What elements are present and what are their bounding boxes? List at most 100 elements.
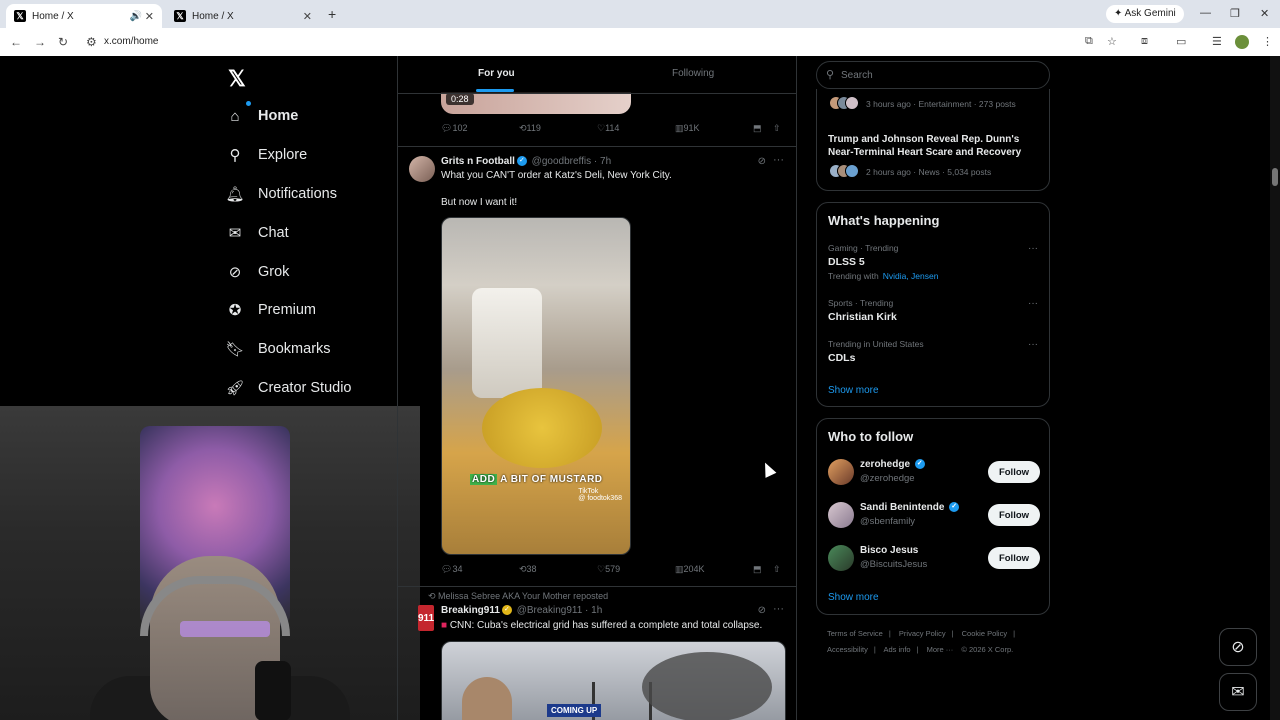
back-icon[interactable]: ← xyxy=(10,35,22,49)
views-button[interactable]: ▥ 91K xyxy=(675,123,700,134)
post-time[interactable]: 7h xyxy=(600,156,611,167)
previous-post-actions: 💬︎ 102 ⟲ 119 ♡ 114 ▥ 91K ⬒ ⇧ xyxy=(441,123,781,139)
extensions-icon[interactable]: ⧈ xyxy=(1141,35,1148,48)
reply-count: 34 xyxy=(452,564,463,574)
more-options-icon[interactable]: ··· xyxy=(1028,243,1038,254)
follow-button[interactable]: Follow xyxy=(988,547,1040,569)
nav-bookmarks[interactable]: 🔖︎ Bookmarks xyxy=(225,334,330,364)
profile-avatar[interactable] xyxy=(1235,35,1249,49)
footer-separator: | xyxy=(951,629,954,638)
scrollbar-thumb[interactable] xyxy=(1272,168,1278,186)
menu-icon[interactable]: ⋮ xyxy=(1262,35,1273,48)
more-options-icon[interactable]: ··· xyxy=(773,154,784,166)
nav-notifications[interactable]: 🔔︎ Notifications xyxy=(225,179,337,209)
nav-home[interactable]: ⌂ Home xyxy=(226,101,298,131)
nav-premium[interactable]: ✪ Premium xyxy=(226,295,316,325)
grok-icon: ⊘ xyxy=(228,264,242,281)
grok-fab-icon[interactable]: ⊘ xyxy=(1219,628,1257,666)
avatar[interactable] xyxy=(409,156,435,182)
like-button[interactable]: ♡ 579 xyxy=(597,564,620,575)
avatar[interactable]: 911 xyxy=(418,605,434,631)
reply-button[interactable]: 💬︎ 34 xyxy=(441,564,462,575)
new-tab-button[interactable]: + xyxy=(328,6,336,22)
follow-suggestion[interactable]: zerohedge ✓ @zerohedge Follow xyxy=(828,457,1040,487)
nav-grok[interactable]: ⊘ Grok xyxy=(226,257,290,287)
author-handle[interactable]: @goodbreffis xyxy=(532,156,591,167)
follow-suggestion[interactable]: Bisco Jesus @BiscuitsJesus Follow xyxy=(828,543,1040,573)
footer-link[interactable]: More ··· xyxy=(927,645,954,654)
author-handle[interactable]: @Breaking911 xyxy=(517,605,583,616)
footer-link[interactable]: Cookie Policy xyxy=(962,629,1007,638)
reply-button[interactable]: 💬︎ 102 xyxy=(441,123,467,134)
nav-chat[interactable]: ✉ Chat xyxy=(226,218,289,248)
close-window-icon[interactable]: ✕ xyxy=(1260,7,1269,20)
repost-button[interactable]: ⟲ 119 xyxy=(519,123,541,134)
site-info-icon[interactable]: ⚙ xyxy=(86,35,97,49)
bookmark-icon[interactable]: ⬒ xyxy=(753,123,762,134)
post-image[interactable]: COMING UP xyxy=(441,641,786,720)
browser-tab-active[interactable]: 𝕏 Home / X 🔊 ✕ xyxy=(6,4,162,28)
post-divider xyxy=(398,586,796,587)
views-button[interactable]: ▥ 204K xyxy=(675,564,705,575)
install-icon[interactable]: ⧉ xyxy=(1085,35,1093,48)
avatar[interactable] xyxy=(828,545,854,571)
forward-icon[interactable]: → xyxy=(34,35,46,49)
author-name[interactable]: Breaking911 xyxy=(441,605,500,616)
reply-count: 102 xyxy=(452,123,468,133)
restore-icon[interactable]: ❐ xyxy=(1230,7,1240,20)
speaker-icon[interactable]: 🔊 xyxy=(130,11,142,22)
minimize-icon[interactable]: — xyxy=(1200,7,1211,19)
trend-with-links[interactable]: Nvidia, Jensen xyxy=(883,271,939,281)
footer-link[interactable]: Accessibility xyxy=(827,645,868,654)
trend-context: Trending in United States xyxy=(828,339,924,349)
grok-icon[interactable]: ⊘ xyxy=(758,156,766,167)
repost-indicator[interactable]: ⟲ Melissa Sebree AKA Your Mother reposte… xyxy=(428,591,608,602)
x-page: 𝕏 ⌂ Home ⚲ Explore 🔔︎ Notifications ✉ Ch… xyxy=(0,56,1280,720)
post-video[interactable]: ADD A BIT OF MUSTARD TikTok @ foodtok368 xyxy=(441,217,631,555)
footer-link[interactable]: Terms of Service xyxy=(827,629,883,638)
split-view-icon[interactable]: ▭ xyxy=(1176,35,1186,48)
post-grits-n-football[interactable]: Grits n Football ✓ @goodbreffis · 7h ⊘ ··… xyxy=(398,146,796,586)
nav-explore[interactable]: ⚲ Explore xyxy=(226,140,308,170)
account-handle: @zerohedge xyxy=(860,473,915,484)
show-more-link[interactable]: Show more xyxy=(828,592,879,603)
like-button[interactable]: ♡ 114 xyxy=(597,123,619,134)
post-time[interactable]: 1h xyxy=(591,605,602,616)
author-name[interactable]: Grits n Football xyxy=(441,156,515,167)
footer-separator: | xyxy=(873,645,876,654)
search-input[interactable]: ⚲ Search xyxy=(816,61,1050,89)
tab-for-you[interactable]: For you xyxy=(478,68,515,79)
notification-dot xyxy=(246,101,251,106)
follow-suggestion[interactable]: Sandi Benintende ✓ @sbenfamily Follow xyxy=(828,500,1040,530)
bookmark-icon[interactable]: ⬒ xyxy=(753,564,762,575)
news-title[interactable]: Trump and Johnson Reveal Rep. Dunn's Nea… xyxy=(828,133,1038,159)
share-icon[interactable]: ⇧ xyxy=(773,123,781,134)
more-options-icon[interactable]: ··· xyxy=(1028,298,1038,309)
ask-gemini-button[interactable]: ✦ Ask Gemini xyxy=(1106,5,1184,23)
grok-icon[interactable]: ⊘ xyxy=(758,605,766,616)
tab-search-icon[interactable]: ☰ xyxy=(1212,35,1222,48)
repost-button[interactable]: ⟲ 38 xyxy=(519,564,537,575)
avatar[interactable] xyxy=(828,459,854,485)
nav-creator-studio[interactable]: 🚀︎ Creator Studio xyxy=(225,373,351,403)
share-icon[interactable]: ⇧ xyxy=(773,564,781,575)
close-tab-icon[interactable]: ✕ xyxy=(145,10,154,23)
more-options-icon[interactable]: ··· xyxy=(773,603,784,615)
x-logo-icon[interactable]: 𝕏 xyxy=(228,66,246,92)
browser-tab-inactive[interactable]: 𝕏 Home / X ✕ xyxy=(166,4,320,28)
tab-title: Home / X xyxy=(32,10,74,22)
url-field[interactable]: x.com/home xyxy=(104,36,158,47)
show-more-link[interactable]: Show more xyxy=(828,385,879,396)
reload-icon[interactable]: ↻ xyxy=(58,35,68,49)
close-tab-icon[interactable]: ✕ xyxy=(303,10,312,23)
bookmark-star-icon[interactable]: ☆ xyxy=(1107,35,1117,48)
follow-button[interactable]: Follow xyxy=(988,504,1040,526)
follow-button[interactable]: Follow xyxy=(988,461,1040,483)
messages-fab-icon[interactable]: ✉ xyxy=(1219,673,1257,711)
more-options-icon[interactable]: ··· xyxy=(1028,339,1038,350)
tab-following[interactable]: Following xyxy=(672,68,714,79)
footer-link[interactable]: Ads info xyxy=(883,645,910,654)
scrollbar[interactable] xyxy=(1270,56,1280,720)
footer-link[interactable]: Privacy Policy xyxy=(899,629,946,638)
avatar[interactable] xyxy=(828,502,854,528)
